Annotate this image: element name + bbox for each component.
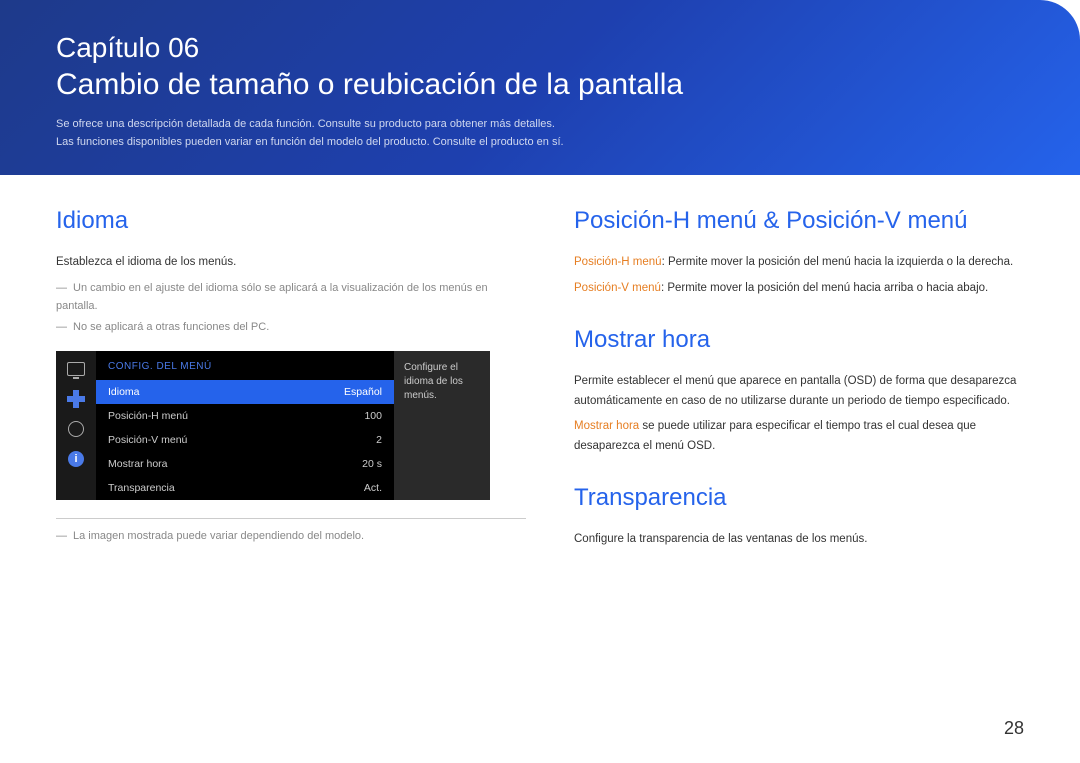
section-title-idioma: Idioma bbox=[56, 207, 526, 235]
right-column: Posición-H menú & Posición-V menú Posici… bbox=[574, 203, 1024, 556]
osd-row-2: Posición-V menú 2 bbox=[96, 428, 394, 452]
posicion-v-text: : Permite mover la posición del menú hac… bbox=[661, 282, 988, 294]
osd-row-label: Posición-H menú bbox=[108, 410, 188, 422]
osd-row-value: 100 bbox=[364, 410, 382, 422]
osd-main-panel: CONFIG. DEL MENÚ Idioma Español Posición-H… bbox=[96, 351, 394, 500]
mostrar-body-1: Permite establecer el menú que aparece e… bbox=[574, 372, 1024, 411]
section-title-transparencia: Transparencia bbox=[574, 484, 1024, 512]
monitor-icon bbox=[66, 361, 86, 377]
osd-row-label: Posición-V menú bbox=[108, 434, 187, 446]
osd-row-value: Act. bbox=[364, 482, 382, 494]
chapter-number: Capítulo 06 bbox=[56, 32, 1024, 64]
osd-screenshot: i CONFIG. DEL MENÚ Idioma Español Posición… bbox=[56, 351, 526, 500]
posicion-v-line: Posición-V menú: Permite mover la posici… bbox=[574, 279, 1024, 299]
posicion-v-label: Posición-V menú bbox=[574, 282, 661, 294]
idioma-note-2: No se aplicará a otras funciones del PC. bbox=[56, 318, 526, 337]
osd-row-4: Transparencia Act. bbox=[96, 476, 394, 500]
section-title-posicion: Posición-H menú & Posición-V menú bbox=[574, 207, 1024, 235]
osd-row-label: Transparencia bbox=[108, 482, 175, 494]
posicion-h-line: Posición-H menú: Permite mover la posici… bbox=[574, 253, 1024, 273]
banner-description-1: Se ofrece una descripción detallada de c… bbox=[56, 116, 1024, 134]
osd-row-value: 20 s bbox=[362, 458, 382, 470]
osd-row-3: Mostrar hora 20 s bbox=[96, 452, 394, 476]
gear-icon bbox=[66, 421, 86, 437]
banner-description-2: Las funciones disponibles pueden variar … bbox=[56, 134, 1024, 152]
mostrar-body-2: Mostrar hora se puede utilizar para espe… bbox=[574, 417, 1024, 456]
posicion-h-label: Posición-H menú bbox=[574, 256, 662, 268]
chapter-title: Cambio de tamaño o reubicación de la pan… bbox=[56, 68, 1024, 102]
osd-row-value: 2 bbox=[376, 434, 382, 446]
osd-row-value: Español bbox=[344, 386, 382, 398]
posicion-h-text: : Permite mover la posición del menú hac… bbox=[662, 256, 1014, 268]
chapter-banner: Capítulo 06 Cambio de tamaño o reubicaci… bbox=[0, 0, 1080, 175]
osd-tooltip: Configure el idioma de los menús. bbox=[394, 351, 490, 500]
page-number: 28 bbox=[1004, 718, 1024, 739]
osd-row-0: Idioma Español bbox=[96, 380, 394, 404]
osd-row-label: Idioma bbox=[108, 386, 140, 398]
osd-menu-box: i CONFIG. DEL MENÚ Idioma Español Posición… bbox=[56, 351, 394, 500]
osd-row-label: Mostrar hora bbox=[108, 458, 168, 470]
info-icon: i bbox=[66, 451, 86, 467]
mostrar-label: Mostrar hora bbox=[574, 420, 639, 432]
idioma-note-1: Un cambio en el ajuste del idioma sólo s… bbox=[56, 279, 526, 316]
divider-line bbox=[56, 518, 526, 519]
content-columns: Idioma Establezca el idioma de los menús… bbox=[0, 175, 1080, 556]
navigation-cross-icon bbox=[66, 391, 86, 407]
section-title-mostrar: Mostrar hora bbox=[574, 326, 1024, 354]
left-column: Idioma Establezca el idioma de los menús… bbox=[56, 203, 526, 556]
image-disclaimer: La imagen mostrada puede variar dependie… bbox=[56, 527, 526, 546]
osd-sidebar: i bbox=[56, 351, 96, 500]
transparencia-body: Configure la transparencia de las ventan… bbox=[574, 530, 1024, 550]
osd-header: CONFIG. DEL MENÚ bbox=[96, 351, 394, 380]
idioma-body: Establezca el idioma de los menús. bbox=[56, 253, 526, 273]
osd-row-1: Posición-H menú 100 bbox=[96, 404, 394, 428]
